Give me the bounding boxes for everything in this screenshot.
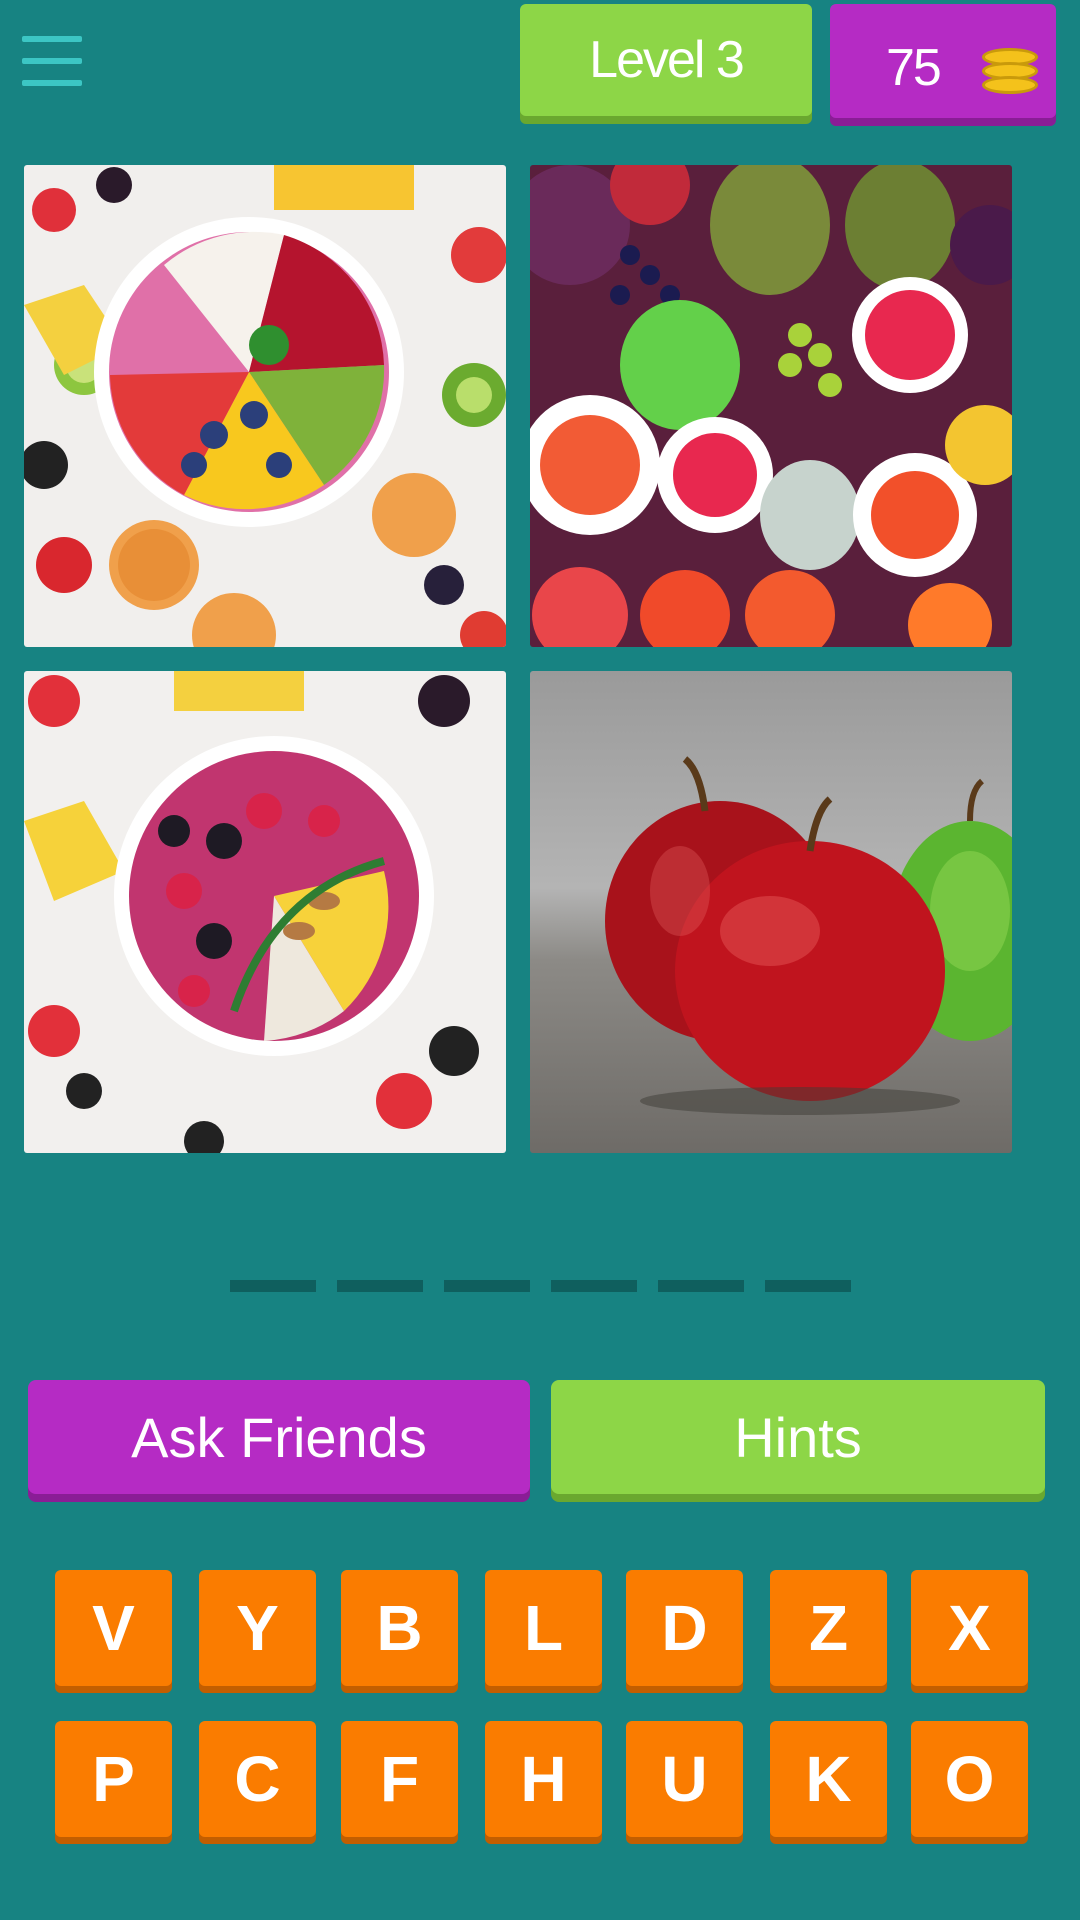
- letter-key[interactable]: K: [770, 1721, 887, 1837]
- letter-key[interactable]: X: [911, 1570, 1028, 1686]
- letter-key[interactable]: V: [55, 1570, 172, 1686]
- letter-keyboard-row-2: P C F H U K O: [55, 1721, 1030, 1839]
- coins-stack-icon: [982, 48, 1038, 96]
- coin-count: 75: [886, 39, 942, 97]
- letter-key[interactable]: O: [911, 1721, 1028, 1837]
- letter-key[interactable]: D: [626, 1570, 743, 1686]
- letter-key[interactable]: U: [626, 1721, 743, 1837]
- answer-slot[interactable]: [444, 1280, 530, 1292]
- letter-key[interactable]: L: [485, 1570, 602, 1686]
- ask-friends-label: Ask Friends: [131, 1405, 427, 1469]
- letter-key[interactable]: Y: [199, 1570, 316, 1686]
- menu-bar: [22, 58, 82, 64]
- hints-label: Hints: [734, 1405, 862, 1469]
- puzzle-image-4[interactable]: [530, 671, 1012, 1153]
- letter-key[interactable]: P: [55, 1721, 172, 1837]
- letter-key[interactable]: F: [341, 1721, 458, 1837]
- puzzle-image-3[interactable]: [24, 671, 506, 1153]
- answer-slot[interactable]: [337, 1280, 423, 1292]
- menu-bar: [22, 36, 82, 42]
- puzzle-image-1[interactable]: [24, 165, 506, 647]
- answer-slot[interactable]: [765, 1280, 851, 1292]
- hamburger-menu-icon[interactable]: [22, 36, 84, 88]
- answer-slot[interactable]: [551, 1280, 637, 1292]
- ask-friends-button[interactable]: Ask Friends: [28, 1380, 530, 1494]
- letter-key[interactable]: C: [199, 1721, 316, 1837]
- answer-slot[interactable]: [658, 1280, 744, 1292]
- coin-counter[interactable]: 75: [830, 4, 1056, 118]
- letter-key[interactable]: H: [485, 1721, 602, 1837]
- puzzle-image-2[interactable]: [530, 165, 1012, 647]
- menu-bar: [22, 80, 82, 86]
- letter-keyboard-row-1: V Y B L D Z X: [55, 1570, 1030, 1688]
- letter-key[interactable]: Z: [770, 1570, 887, 1686]
- hints-button[interactable]: Hints: [551, 1380, 1045, 1494]
- level-badge: Level 3: [520, 4, 812, 116]
- answer-slots: [230, 1280, 851, 1292]
- answer-slot[interactable]: [230, 1280, 316, 1292]
- letter-key[interactable]: B: [341, 1570, 458, 1686]
- level-label: Level 3: [589, 31, 745, 89]
